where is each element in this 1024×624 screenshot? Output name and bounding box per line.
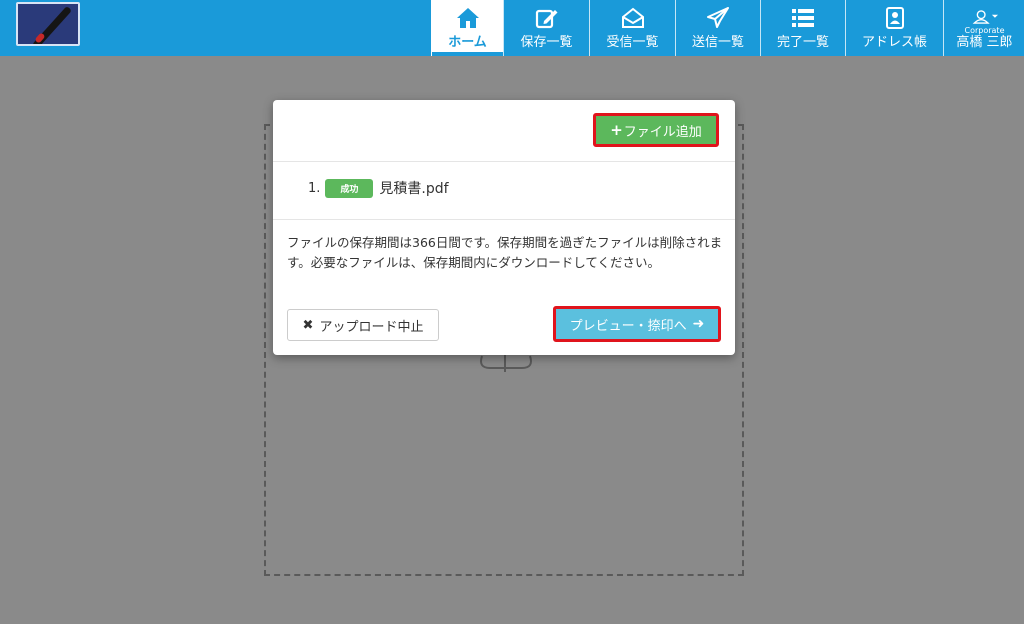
envelope-icon [620,6,646,30]
nav-item-completed[interactable]: 完了一覧 [760,0,845,56]
cancel-upload-button[interactable]: ✖ アップロード中止 [287,309,439,341]
plus-icon: + [610,121,623,139]
modal-header: + ファイル追加 [273,100,735,162]
user-name: 高橋 三郎 [956,35,1013,50]
file-name: 見積書.pdf [379,181,449,197]
address-book-icon [882,6,908,30]
nav-label-home: ホーム [448,35,487,50]
list-item: 1. 成功 見積書.pdf [308,178,449,198]
file-index: 1. [308,180,321,196]
nav-item-address-book[interactable]: アドレス帳 [845,0,943,56]
status-badge: 成功 [325,178,374,198]
nav-label-saved: 保存一覧 [520,35,573,50]
preview-stamp-label: プレビュー・捺印へ [569,318,687,334]
nav-label-received: 受信一覧 [606,35,659,50]
close-icon: ✖ [302,317,314,333]
nav-label-sent: 送信一覧 [691,35,744,50]
nav-item-received[interactable]: 受信一覧 [589,0,675,56]
nav-item-home[interactable]: ホーム [431,0,503,56]
top-navbar: ホーム 保存一覧 受信一覧 送信一覧 完了一覧 アドレス帳 Corporate … [0,0,1024,56]
add-file-label: ファイル追加 [623,124,702,140]
retention-notice: ファイルの保存期間は366日間です。保存期間を過ぎたファイルは削除されます。必要… [287,235,723,270]
add-file-button[interactable]: + ファイル追加 [593,113,719,147]
user-menu[interactable]: Corporate 高橋 三郎 [943,0,1024,56]
nav-menu: ホーム 保存一覧 受信一覧 送信一覧 完了一覧 アドレス帳 Corporate … [431,0,1024,56]
list-icon [790,6,816,30]
upload-modal: + ファイル追加 1. 成功 見積書.pdf ファイルの保存期間は366日間です… [273,100,735,355]
user-icon [972,8,998,26]
nav-label-address-book: アドレス帳 [861,35,927,50]
arrow-right-icon: ➜ [692,316,705,332]
user-org-label: Corporate [964,26,1005,35]
preview-stamp-button[interactable]: プレビュー・捺印へ ➜ [553,306,721,342]
nav-item-sent[interactable]: 送信一覧 [675,0,760,56]
file-list: 1. 成功 見積書.pdf [273,162,735,220]
nav-label-completed: 完了一覧 [776,35,829,50]
nav-item-saved[interactable]: 保存一覧 [503,0,589,56]
app-logo[interactable] [16,2,80,46]
cancel-upload-label: アップロード中止 [319,319,424,335]
edit-icon [534,6,560,30]
send-icon [705,6,731,30]
home-icon [455,6,481,30]
